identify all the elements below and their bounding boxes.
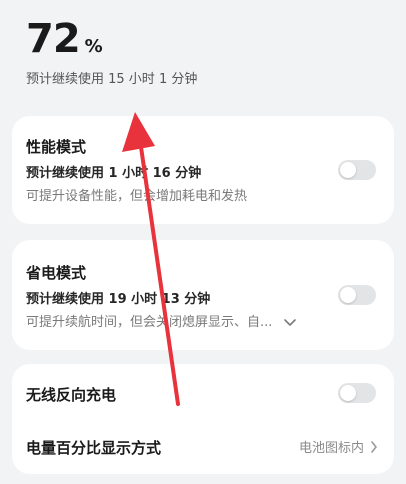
performance-mode-card[interactable]: 性能模式 预计继续使用 1 小时 16 分钟 可提升设备性能，但会增加耗电和发热 [12,116,394,224]
performance-mode-estimate: 预计继续使用 1 小时 16 分钟 [26,166,202,181]
battery-remaining-time: 预计继续使用 15 小时 1 分钟 [26,72,198,87]
performance-mode-title: 性能模式 [26,138,87,156]
battery-percentage: 72 [26,16,81,62]
power-saving-mode-description-row[interactable]: 可提升续航时间，但会关闭熄屏显示、自... [26,311,297,330]
power-saving-mode-description: 可提升续航时间，但会关闭熄屏显示、自... [26,315,273,330]
performance-mode-description: 可提升设备性能，但会增加耗电和发热 [26,189,248,204]
battery-percentage-display-title: 电量百分比显示方式 [26,439,162,457]
wireless-reverse-charging-toggle[interactable] [338,383,376,403]
power-saving-mode-title: 省电模式 [26,264,87,282]
wireless-reverse-charging-row[interactable]: 无线反向充电 [12,364,394,420]
toggle-knob [340,287,356,303]
power-saving-mode-toggle[interactable] [338,285,376,305]
performance-mode-toggle[interactable] [338,160,376,180]
battery-percent-unit: % [84,36,103,57]
power-saving-mode-card[interactable]: 省电模式 预计继续使用 19 小时 13 分钟 可提升续航时间，但会关闭熄屏显示… [12,240,394,350]
wireless-reverse-charging-title: 无线反向充电 [26,386,117,404]
power-saving-mode-estimate: 预计继续使用 19 小时 13 分钟 [26,292,211,307]
charging-settings-card: 无线反向充电 电量百分比显示方式 电池图标内 [12,364,394,474]
battery-percentage-display-value-group: 电池图标内 [299,437,378,456]
battery-percentage-display-value: 电池图标内 [298,441,364,456]
battery-percentage-display-row[interactable]: 电量百分比显示方式 电池图标内 [12,420,394,474]
chevron-right-icon [371,440,377,453]
battery-level: 72 % [26,16,103,62]
chevron-down-icon[interactable] [283,318,297,328]
toggle-knob [340,162,356,178]
toggle-knob [340,385,356,401]
